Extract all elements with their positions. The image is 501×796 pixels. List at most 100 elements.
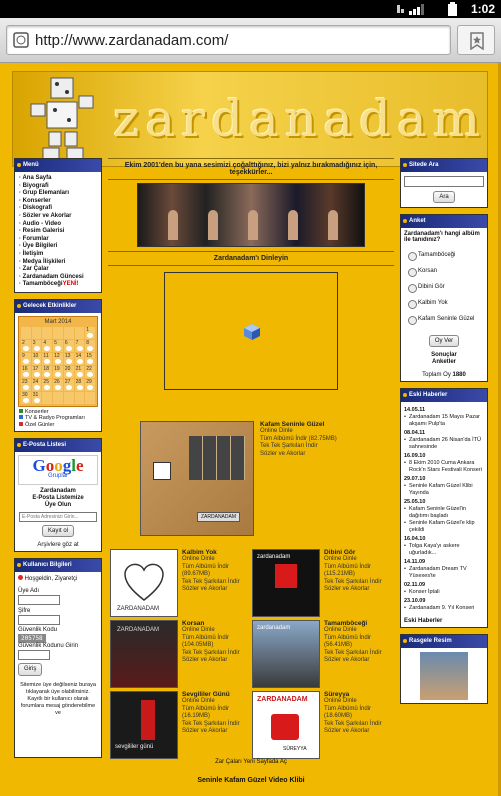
calendar-day[interactable]: 8 xyxy=(85,339,95,352)
calendar-day[interactable]: 25 xyxy=(42,378,53,391)
polls-link[interactable]: Anketler xyxy=(404,359,484,366)
search-button[interactable]: Ara xyxy=(433,191,455,203)
poll-option[interactable]: Korsan xyxy=(404,265,484,281)
calendar-day[interactable] xyxy=(21,326,31,339)
menu-item[interactable]: · İletişim xyxy=(19,251,98,259)
old-news-link[interactable]: Eski Haberler xyxy=(401,615,487,627)
menu-item[interactable]: · Audio - Video xyxy=(19,221,98,229)
poll-option[interactable]: Kalbim Yok xyxy=(404,297,484,313)
subscribe-button[interactable]: Kayıt ol xyxy=(41,525,74,538)
calendar-day[interactable]: 30 xyxy=(21,391,31,404)
download-link[interactable]: Tüm Albümü İndir xyxy=(324,635,392,643)
captcha-input[interactable] xyxy=(18,650,50,661)
news-item[interactable]: 8 Ekim 2010 Cuma Ankara Rock'n Stars Fes… xyxy=(404,460,484,474)
album-cover[interactable]: ZARDANADAM SÜREYYA xyxy=(252,691,320,759)
news-item[interactable]: Seninle Kafam Güzel Klibi Yayında xyxy=(404,483,484,497)
calendar-day[interactable]: 12 xyxy=(53,352,63,365)
lyrics-link[interactable]: Sözler ve Akorlar xyxy=(182,728,250,736)
tracks-link[interactable]: Tek Tek Şarkıları İndir xyxy=(182,650,250,658)
calendar-day[interactable] xyxy=(31,326,42,339)
album-title[interactable]: Dibini Gör xyxy=(324,549,392,556)
album-cover[interactable]: ZARDANADAM xyxy=(110,549,178,617)
lyrics-link[interactable]: Sözler ve Akorlar xyxy=(260,451,370,459)
calendar-day[interactable]: 27 xyxy=(63,378,74,391)
tracks-link[interactable]: Tek Tek Şarkıları İndir xyxy=(182,721,250,729)
album-title[interactable]: Süreyya xyxy=(324,691,392,698)
menu-item[interactable]: · TamamböceğiYENİ! xyxy=(19,281,98,289)
calendar-day[interactable]: 26 xyxy=(53,378,63,391)
listen-link[interactable]: Online Dinle xyxy=(260,428,370,436)
news-item[interactable]: Konser İptali xyxy=(404,589,484,596)
calendar-day[interactable]: 17 xyxy=(31,365,42,378)
listen-link[interactable]: Online Dinle xyxy=(324,556,392,564)
calendar-day[interactable] xyxy=(85,391,95,404)
calendar-day[interactable] xyxy=(74,391,85,404)
news-item[interactable]: Zardanadam Dream TV Yüxexes'te xyxy=(404,566,484,580)
album-title[interactable]: Tamamböceği xyxy=(324,620,392,627)
calendar-day[interactable]: 13 xyxy=(63,352,74,365)
news-item[interactable]: Zardanadam 15 Mayıs Pazar akşamı Pulp'ta xyxy=(404,414,484,428)
calendar-day[interactable]: 28 xyxy=(74,378,85,391)
news-item[interactable]: Tolga Kaya'yı askere uğurladık... xyxy=(404,543,484,557)
poll-results-link[interactable]: Sonuçlar xyxy=(404,352,484,359)
poll-option[interactable]: Kafam Seninle Güzel xyxy=(404,313,484,329)
album-cover[interactable]: ZARDANADAM xyxy=(110,620,178,688)
calendar-day[interactable]: 10 xyxy=(31,352,42,365)
poll-option[interactable]: Tamamböceği xyxy=(404,249,484,265)
download-link[interactable]: Tüm Albümü İndir xyxy=(324,706,392,714)
listen-link[interactable]: Online Dinle xyxy=(324,698,392,706)
calendar-day[interactable]: 14 xyxy=(74,352,85,365)
listen-link[interactable]: Online Dinle xyxy=(182,627,250,635)
tracks-link[interactable]: Tek Tek Şarkıları İndir xyxy=(182,579,250,587)
calendar-day[interactable]: 22 xyxy=(85,365,95,378)
download-link[interactable]: Tüm Albümü İndir (82.75MB) xyxy=(260,436,370,444)
calendar-day[interactable]: 18 xyxy=(42,365,53,378)
tracks-link[interactable]: Tek Tek Şarkıları İndir xyxy=(260,443,370,451)
tracks-link[interactable]: Tek Tek Şarkıları İndir xyxy=(324,721,392,729)
vote-button[interactable]: Oy Ver xyxy=(428,335,460,347)
menu-item[interactable]: · Konserler xyxy=(19,198,98,206)
site-banner[interactable]: zardanadam xyxy=(12,71,488,167)
calendar-day[interactable] xyxy=(42,326,53,339)
menu-item[interactable]: · Zar Çalar xyxy=(19,266,98,274)
tracks-link[interactable]: Tek Tek Şarkıları İndir xyxy=(324,650,392,658)
news-item[interactable]: Zardanadam 9. Yıl Konseri xyxy=(404,605,484,612)
album-cover[interactable]: zardanadam xyxy=(252,620,320,688)
menu-item[interactable]: · Sözler ve Akorlar xyxy=(19,213,98,221)
album-cover[interactable]: sevgililer günü xyxy=(110,691,178,759)
calendar-day[interactable]: 1 xyxy=(85,326,95,339)
listen-link[interactable]: Online Dinle xyxy=(324,627,392,635)
calendar-day[interactable]: 15 xyxy=(85,352,95,365)
calendar-day[interactable] xyxy=(53,326,63,339)
open-player-link[interactable]: Zar Çaları Yeni Sayfada Aç xyxy=(108,759,394,765)
music-player[interactable] xyxy=(164,272,338,390)
calendar-day[interactable]: 6 xyxy=(63,339,74,352)
album-title[interactable]: Kafam Seninle Güzel xyxy=(260,421,370,428)
menu-item[interactable]: · Ana Sayfa xyxy=(19,175,98,183)
calendar-day[interactable] xyxy=(63,326,74,339)
address-bar[interactable]: http://www.zardanadam.com/ xyxy=(6,25,451,55)
menu-item[interactable]: · Resim Galerisi xyxy=(19,228,98,236)
news-item[interactable]: Seninle Kafam Güzel'e klip çekildi xyxy=(404,520,484,534)
random-photo[interactable] xyxy=(420,652,468,700)
download-link[interactable]: Tüm Albümü İndir xyxy=(182,706,250,714)
calendar-day[interactable] xyxy=(53,391,63,404)
menu-item[interactable]: · Grup Elemanları xyxy=(19,190,98,198)
menu-item[interactable]: · Üye Bilgileri xyxy=(19,243,98,251)
poll-option[interactable]: Dibini Gör xyxy=(404,281,484,297)
menu-item[interactable]: · Biyografi xyxy=(19,183,98,191)
calendar-day[interactable]: 3 xyxy=(31,339,42,352)
calendar-day[interactable]: 31 xyxy=(31,391,42,404)
calendar-day[interactable]: 23 xyxy=(21,378,31,391)
calendar-day[interactable] xyxy=(42,391,53,404)
calendar-day[interactable]: 4 xyxy=(42,339,53,352)
calendar-day[interactable]: 24 xyxy=(31,378,42,391)
tracks-link[interactable]: Tek Tek Şarkıları İndir xyxy=(324,579,392,587)
download-link[interactable]: Tüm Albümü İndir xyxy=(324,564,392,572)
calendar-day[interactable]: 11 xyxy=(42,352,53,365)
lyrics-link[interactable]: Sözler ve Akorlar xyxy=(324,657,392,665)
listen-link[interactable]: Online Dinle xyxy=(182,556,250,564)
lyrics-link[interactable]: Sözler ve Akorlar xyxy=(182,657,250,665)
calendar-day[interactable]: 20 xyxy=(63,365,74,378)
calendar-day[interactable]: 9 xyxy=(21,352,31,365)
